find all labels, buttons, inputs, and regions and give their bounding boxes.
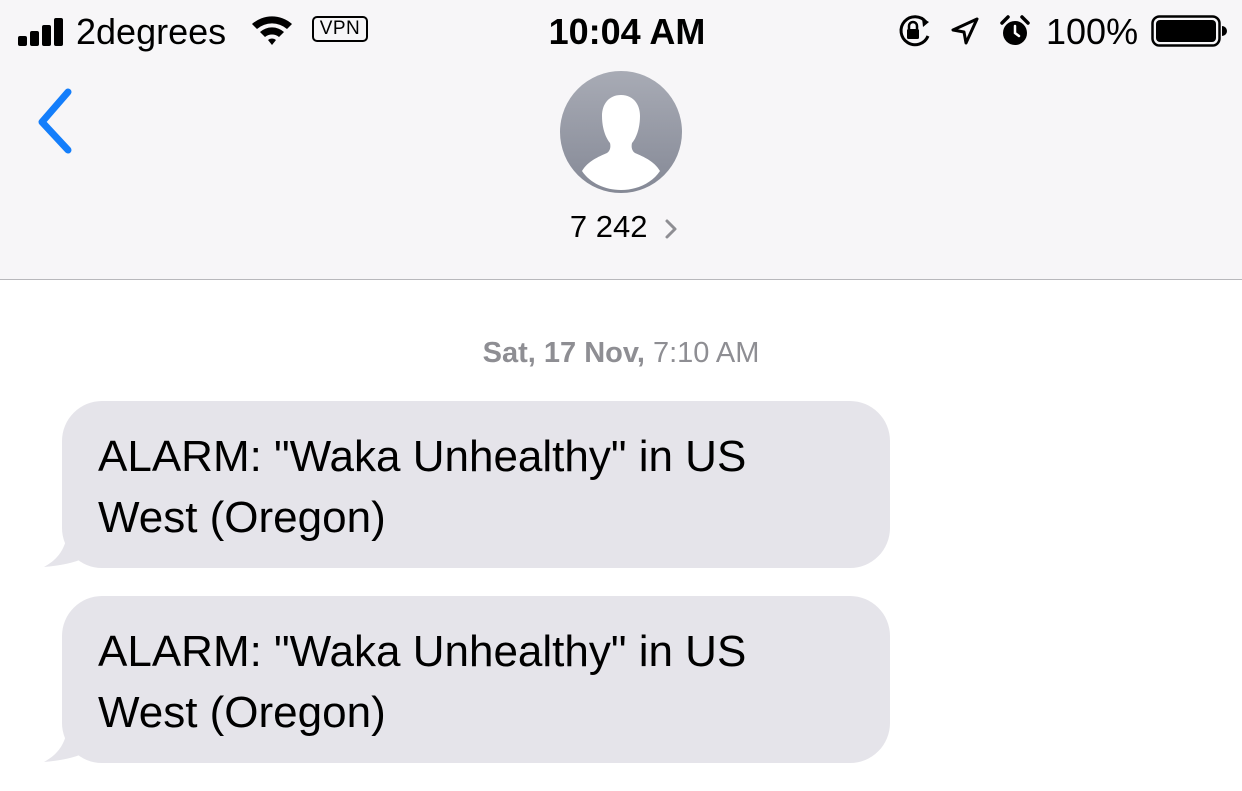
person-silhouette-icon bbox=[582, 95, 660, 190]
battery-percent: 100% bbox=[1046, 11, 1139, 52]
contact-info-button[interactable]: 7 242 bbox=[0, 207, 1242, 247]
rotation-lock-icon bbox=[899, 15, 930, 47]
message-bubble: ALARM: "Waka Unhealthy" in US West (Oreg… bbox=[62, 401, 890, 568]
alarm-clock-icon bbox=[1000, 15, 1030, 45]
message-bubble: ALARM: "Waka Unhealthy" in US West (Oreg… bbox=[62, 596, 890, 763]
chevron-left-icon[interactable] bbox=[30, 84, 86, 160]
chevron-right-icon bbox=[665, 219, 677, 239]
contact-name: 7 242 bbox=[569, 209, 648, 244]
status-bar: 2degrees VPN 10:04 AM 100% bbox=[0, 0, 1242, 64]
conversation-header: 2degrees VPN 10:04 AM 100% 7 242 bbox=[0, 0, 1242, 280]
battery-icon bbox=[1151, 15, 1227, 47]
message-timestamp: Sat, 17 Nov, 7:10 AM bbox=[0, 335, 1242, 371]
location-arrow-icon bbox=[951, 17, 979, 45]
contact-avatar[interactable] bbox=[560, 71, 682, 193]
timestamp-date: Sat, 17 Nov, bbox=[482, 337, 645, 369]
timestamp-time: 7:10 AM bbox=[652, 337, 760, 369]
